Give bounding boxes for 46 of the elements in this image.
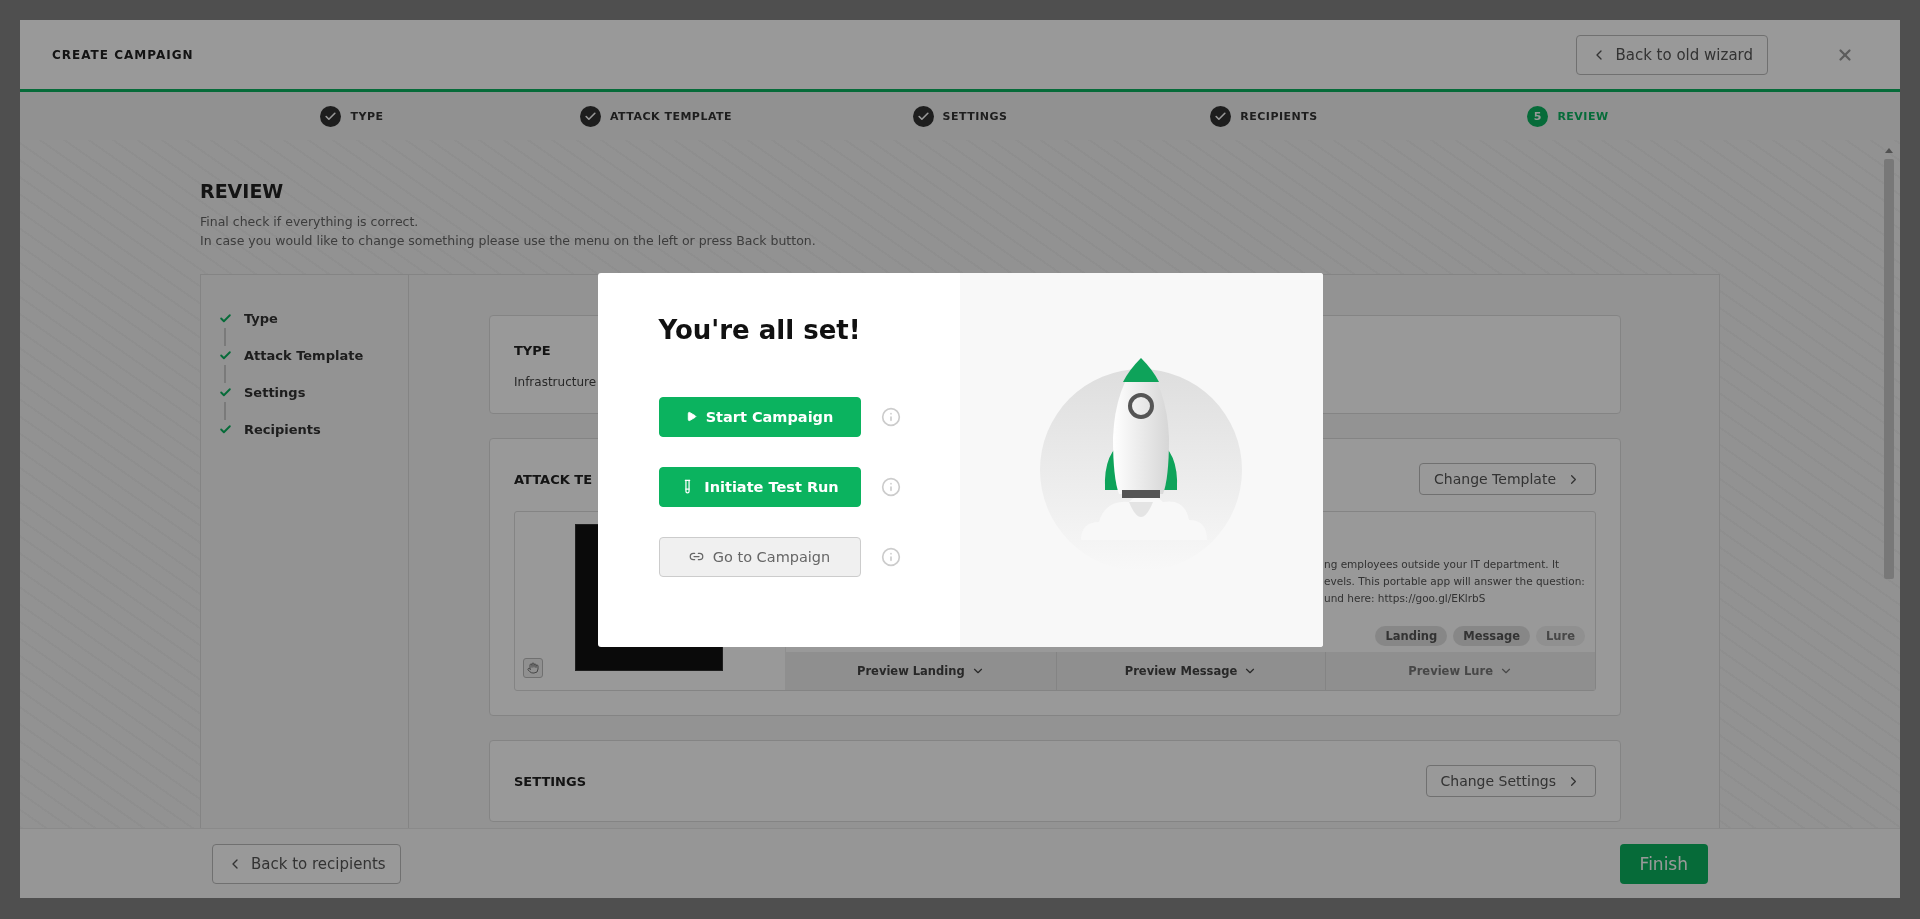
wizard-step[interactable]: SETTINGS [808, 105, 1112, 127]
step-check-icon [320, 105, 342, 127]
wizard-step[interactable]: RECIPIENTS [1112, 105, 1416, 127]
template-description: und here: https://goo.gl/EKlrbS [1324, 591, 1487, 606]
change-template-button[interactable]: Change Template [1419, 463, 1596, 495]
template-description: ng employees outside your IT department. It [1324, 557, 1561, 572]
step-check-icon [579, 105, 601, 127]
card-title: TYPE [514, 343, 551, 358]
type-value: Infrastructure [514, 375, 598, 389]
dialog-title: CREATE CAMPAIGN [52, 47, 195, 62]
step-check-icon [912, 105, 934, 127]
card-title: ATTACK TE [514, 471, 593, 487]
review-subtitle: In case you would like to change something please use the menu on the left or press Back button. [200, 232, 817, 250]
scroll-up-icon[interactable] [1885, 148, 1893, 153]
back-to-recipients-button[interactable]: Back to recipients [212, 843, 401, 884]
step-number: 5 [1527, 105, 1549, 127]
step-check-icon [1210, 105, 1232, 127]
preview-dropdown[interactable]: Preview Landing [786, 652, 1056, 690]
info-icon[interactable] [880, 476, 901, 497]
wizard-step[interactable]: 5 REVIEW [1416, 105, 1720, 127]
template-tag: Landing [1375, 626, 1448, 646]
preview-dropdown[interactable]: Preview Message [1055, 652, 1326, 690]
template-tag: Lure [1536, 626, 1585, 646]
wizard-step[interactable]: TYPE [200, 105, 504, 127]
nav-item[interactable]: Type [219, 311, 390, 326]
finish-button[interactable]: Finish [1619, 843, 1708, 884]
review-subtitle: Final check if everything is correct. [200, 213, 420, 231]
modal-title: You're all set! [658, 314, 862, 345]
modal-action-button[interactable]: Go to Campaign [658, 536, 861, 577]
nav-item[interactable]: Settings [219, 385, 390, 400]
review-title: REVIEW [200, 180, 285, 202]
wizard-step[interactable]: ATTACK TEMPLATE [504, 105, 808, 127]
modal-action-button[interactable]: Start Campaign [658, 396, 861, 437]
scrollbar-thumb[interactable] [1884, 159, 1894, 579]
nav-item[interactable]: Attack Template [219, 348, 390, 363]
modal-action-button[interactable]: Initiate Test Run [658, 466, 861, 507]
template-description: evels. This portable app will answer the question: [1324, 574, 1586, 589]
change-settings-button[interactable]: Change Settings [1425, 765, 1596, 797]
template-tag: Message [1453, 626, 1530, 646]
info-icon[interactable] [880, 546, 901, 567]
hand-icon[interactable] [523, 658, 543, 678]
nav-item[interactable]: Recipients [219, 422, 390, 437]
play-icon [685, 411, 697, 422]
info-icon[interactable] [880, 406, 901, 427]
back-to-old-wizard-button[interactable]: Back to old wizard [1576, 34, 1768, 75]
card-title: SETTINGS [514, 773, 587, 789]
